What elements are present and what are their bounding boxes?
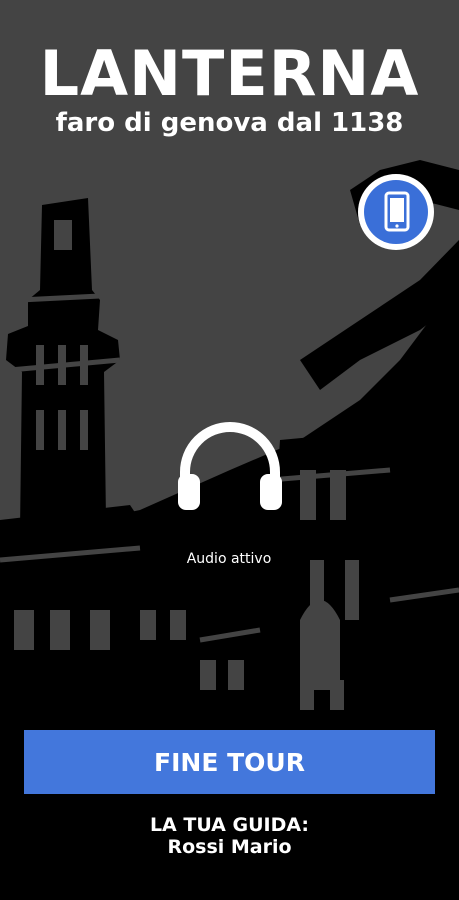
guide-heading: LA TUA GUIDA: — [149, 814, 310, 836]
end-tour-button[interactable]: FINE TOUR — [24, 730, 435, 794]
headphones-icon — [178, 422, 282, 510]
audio-status — [170, 420, 290, 524]
smartphone-icon — [384, 191, 410, 232]
app-subtitle: faro di genova dal 1138 — [55, 108, 404, 138]
app-header: LANTERNA faro di genova dal 1138 — [0, 37, 459, 139]
audio-status-label: Audio attivo — [186, 551, 272, 567]
guide-name: Rossi Mario — [167, 836, 292, 858]
app-title: LANTERNA — [39, 37, 420, 110]
device-mode-button[interactable] — [358, 174, 434, 250]
guide-info: LA TUA GUIDA: Rossi Mario — [0, 814, 459, 858]
